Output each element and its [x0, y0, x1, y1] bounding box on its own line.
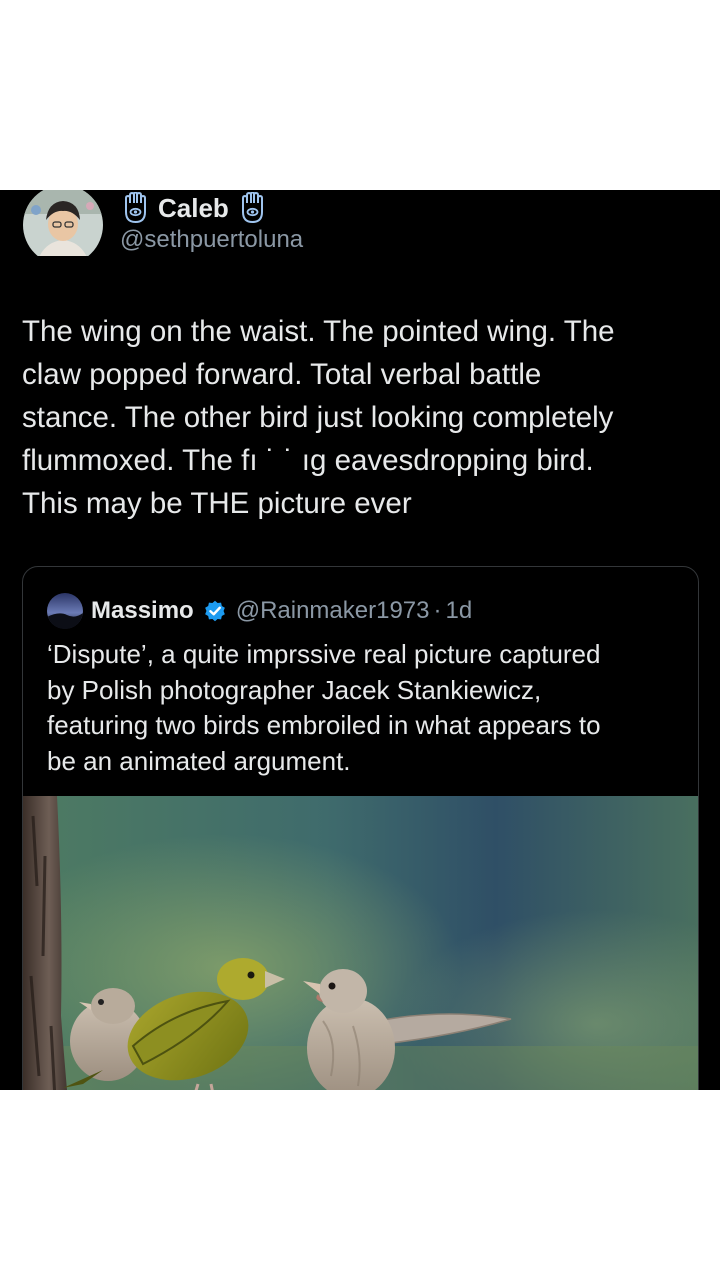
author-avatar[interactable]: [22, 190, 104, 256]
separator-dot: ·: [433, 597, 442, 624]
quoted-author-display-name[interactable]: Massimo: [91, 597, 194, 625]
hamsa-icon: [120, 191, 150, 224]
quoted-tweet-timestamp[interactable]: 1d: [446, 597, 473, 625]
quoted-tweet-header: Massimo @Rainmaker1973 · 1d: [47, 593, 473, 629]
verified-badge-icon: [202, 598, 228, 624]
quoted-tweet-text: ‘Dispute’, a quite imprssive real pictur…: [47, 639, 601, 776]
author-display-name[interactable]: Caleb: [158, 193, 229, 224]
tweet-text: The wing on the waist. The pointed wing.…: [22, 315, 615, 520]
quoted-author-avatar[interactable]: [47, 593, 83, 629]
quoted-author-handle[interactable]: @Rainmaker1973: [236, 597, 430, 625]
hamsa-icon: [237, 191, 267, 224]
quoted-tweet-photo[interactable]: [23, 796, 698, 1090]
avatar-image: [23, 190, 103, 256]
quoted-tweet-card[interactable]: Massimo @Rainmaker1973 · 1d ‘Dispute’, a…: [22, 566, 699, 1090]
author-handle[interactable]: @sethpuertoluna: [120, 226, 303, 254]
tweet-post: Caleb @sethpuertoluna The wing on the wa…: [0, 190, 720, 1090]
author-name-row[interactable]: Caleb: [120, 190, 267, 226]
